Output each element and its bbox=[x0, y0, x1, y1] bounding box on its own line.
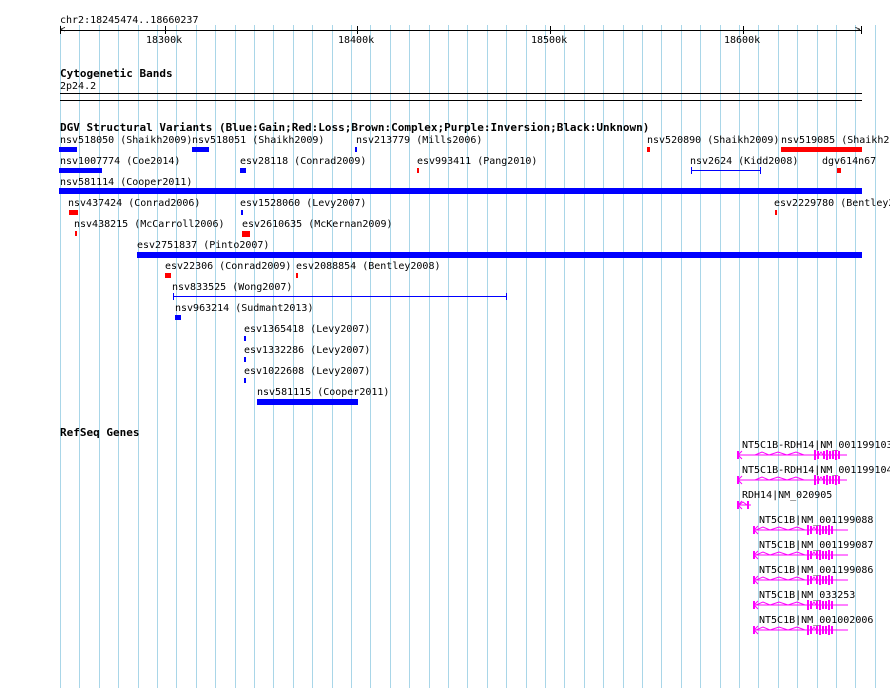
refseq-track-title: RefSeq Genes bbox=[60, 426, 140, 439]
axis-tick-label: 18600k bbox=[724, 35, 761, 46]
variant-label[interactable]: dgv614n67 bbox=[822, 156, 876, 167]
variant-label[interactable]: esv22306 (Conrad2009) bbox=[165, 261, 291, 272]
variant-bar[interactable] bbox=[69, 210, 78, 215]
variant-label[interactable]: nsv213779 (Mills2006) bbox=[356, 135, 482, 146]
variant-bar[interactable] bbox=[241, 210, 243, 215]
variant-bar-end bbox=[173, 293, 174, 300]
grid-line bbox=[661, 25, 662, 688]
variant-bar-end bbox=[691, 167, 692, 174]
axis-tick bbox=[550, 26, 551, 34]
variant-label[interactable]: esv2751837 (Pinto2007) bbox=[137, 240, 269, 251]
variant-bar[interactable] bbox=[59, 168, 102, 173]
variant-bar[interactable] bbox=[244, 378, 246, 383]
gene-model[interactable] bbox=[753, 599, 863, 614]
dgv-track-title: DGV Structural Variants (Blue:Gain;Red:L… bbox=[60, 121, 650, 134]
position-label: chr2:18245474..18660237 bbox=[60, 15, 199, 26]
variant-label[interactable]: esv993411 (Pang2010) bbox=[417, 156, 537, 167]
cytoband-line-bottom bbox=[60, 100, 862, 101]
axis-tick-label: 18500k bbox=[531, 35, 568, 46]
variant-bar[interactable] bbox=[296, 273, 298, 278]
axis-right-arrow: > bbox=[855, 25, 861, 35]
variant-label[interactable]: nsv833525 (Wong2007) bbox=[172, 282, 292, 293]
variant-bar[interactable] bbox=[165, 273, 171, 278]
grid-line bbox=[720, 25, 721, 688]
variant-bar[interactable] bbox=[781, 147, 862, 152]
variant-label[interactable]: nsv520890 (Shaikh2009) bbox=[647, 135, 779, 146]
variant-bar[interactable] bbox=[242, 231, 250, 237]
axis-line bbox=[60, 30, 862, 31]
variant-label[interactable]: nsv581115 (Cooper2011) bbox=[257, 387, 389, 398]
gene-model[interactable] bbox=[753, 524, 863, 539]
grid-line bbox=[875, 25, 876, 688]
axis-tick-label: 18400k bbox=[338, 35, 375, 46]
gene-model[interactable] bbox=[737, 474, 862, 489]
variant-bar[interactable] bbox=[240, 168, 246, 173]
variant-label[interactable]: nsv963214 (Sudmant2013) bbox=[175, 303, 313, 314]
variant-bar[interactable] bbox=[417, 168, 419, 173]
variant-bar[interactable] bbox=[59, 188, 862, 194]
gene-model[interactable] bbox=[737, 499, 757, 514]
variant-bar[interactable] bbox=[173, 296, 507, 297]
cytoband-label: 2p24.2 bbox=[60, 81, 97, 92]
axis-tick-label: 18300k bbox=[146, 35, 183, 46]
variant-bar[interactable] bbox=[75, 231, 77, 236]
cytoband-line-top bbox=[60, 93, 862, 94]
variant-bar[interactable] bbox=[59, 147, 77, 152]
axis-tick bbox=[743, 26, 744, 34]
variant-label[interactable]: esv1022608 (Levy2007) bbox=[244, 366, 370, 377]
variant-bar-end bbox=[760, 167, 761, 174]
variant-label[interactable]: esv1365418 (Levy2007) bbox=[244, 324, 370, 335]
gene-model[interactable] bbox=[753, 549, 863, 564]
variant-label[interactable]: esv1528060 (Levy2007) bbox=[240, 198, 366, 209]
gene-model[interactable] bbox=[753, 574, 863, 589]
variant-bar[interactable] bbox=[244, 336, 246, 341]
variant-label[interactable]: nsv438215 (McCarroll2006) bbox=[74, 219, 225, 230]
grid-line bbox=[700, 25, 701, 688]
variant-label[interactable]: nsv518051 (Shaikh2009) bbox=[192, 135, 324, 146]
variant-bar[interactable] bbox=[257, 399, 358, 405]
axis-right-end bbox=[861, 26, 862, 34]
variant-label[interactable]: nsv437424 (Conrad2006) bbox=[68, 198, 200, 209]
variant-label[interactable]: esv1332286 (Levy2007) bbox=[244, 345, 370, 356]
variant-label[interactable]: nsv581114 (Cooper2011) bbox=[60, 177, 192, 188]
variant-bar[interactable] bbox=[355, 147, 357, 152]
variant-bar[interactable] bbox=[647, 147, 650, 152]
variant-label[interactable]: nsv1007774 (Coe2014) bbox=[60, 156, 180, 167]
axis-left-arrow: < bbox=[60, 25, 66, 35]
variant-label[interactable]: nsv2624 (Kidd2008) bbox=[690, 156, 798, 167]
axis-tick bbox=[165, 26, 166, 34]
variant-bar-end bbox=[506, 293, 507, 300]
variant-bar[interactable] bbox=[137, 252, 862, 258]
variant-bar[interactable] bbox=[837, 168, 841, 173]
gene-model[interactable] bbox=[737, 449, 862, 464]
axis-tick bbox=[357, 26, 358, 34]
gene-model[interactable] bbox=[753, 624, 863, 639]
grid-line bbox=[739, 25, 740, 688]
variant-bar[interactable] bbox=[775, 210, 777, 215]
genome-browser-view: chr2:18245474..18660237 < > 18300k 18400k… bbox=[0, 0, 890, 688]
variant-label[interactable]: esv2229780 (Bentley2008) bbox=[774, 198, 890, 209]
variant-label[interactable]: esv2088854 (Bentley2008) bbox=[296, 261, 441, 272]
variant-bar[interactable] bbox=[244, 357, 246, 362]
variant-label[interactable]: nsv519085 (Shaikh2009) bbox=[781, 135, 890, 146]
variant-bar[interactable] bbox=[192, 147, 209, 152]
variant-bar[interactable] bbox=[175, 315, 181, 320]
variant-label[interactable]: esv2610635 (McKernan2009) bbox=[242, 219, 393, 230]
variant-bar[interactable] bbox=[691, 170, 761, 171]
cytoband-track-title: Cytogenetic Bands bbox=[60, 67, 173, 80]
grid-line bbox=[681, 25, 682, 688]
variant-label[interactable]: nsv518050 (Shaikh2009) bbox=[60, 135, 192, 146]
variant-label[interactable]: esv28118 (Conrad2009) bbox=[240, 156, 366, 167]
